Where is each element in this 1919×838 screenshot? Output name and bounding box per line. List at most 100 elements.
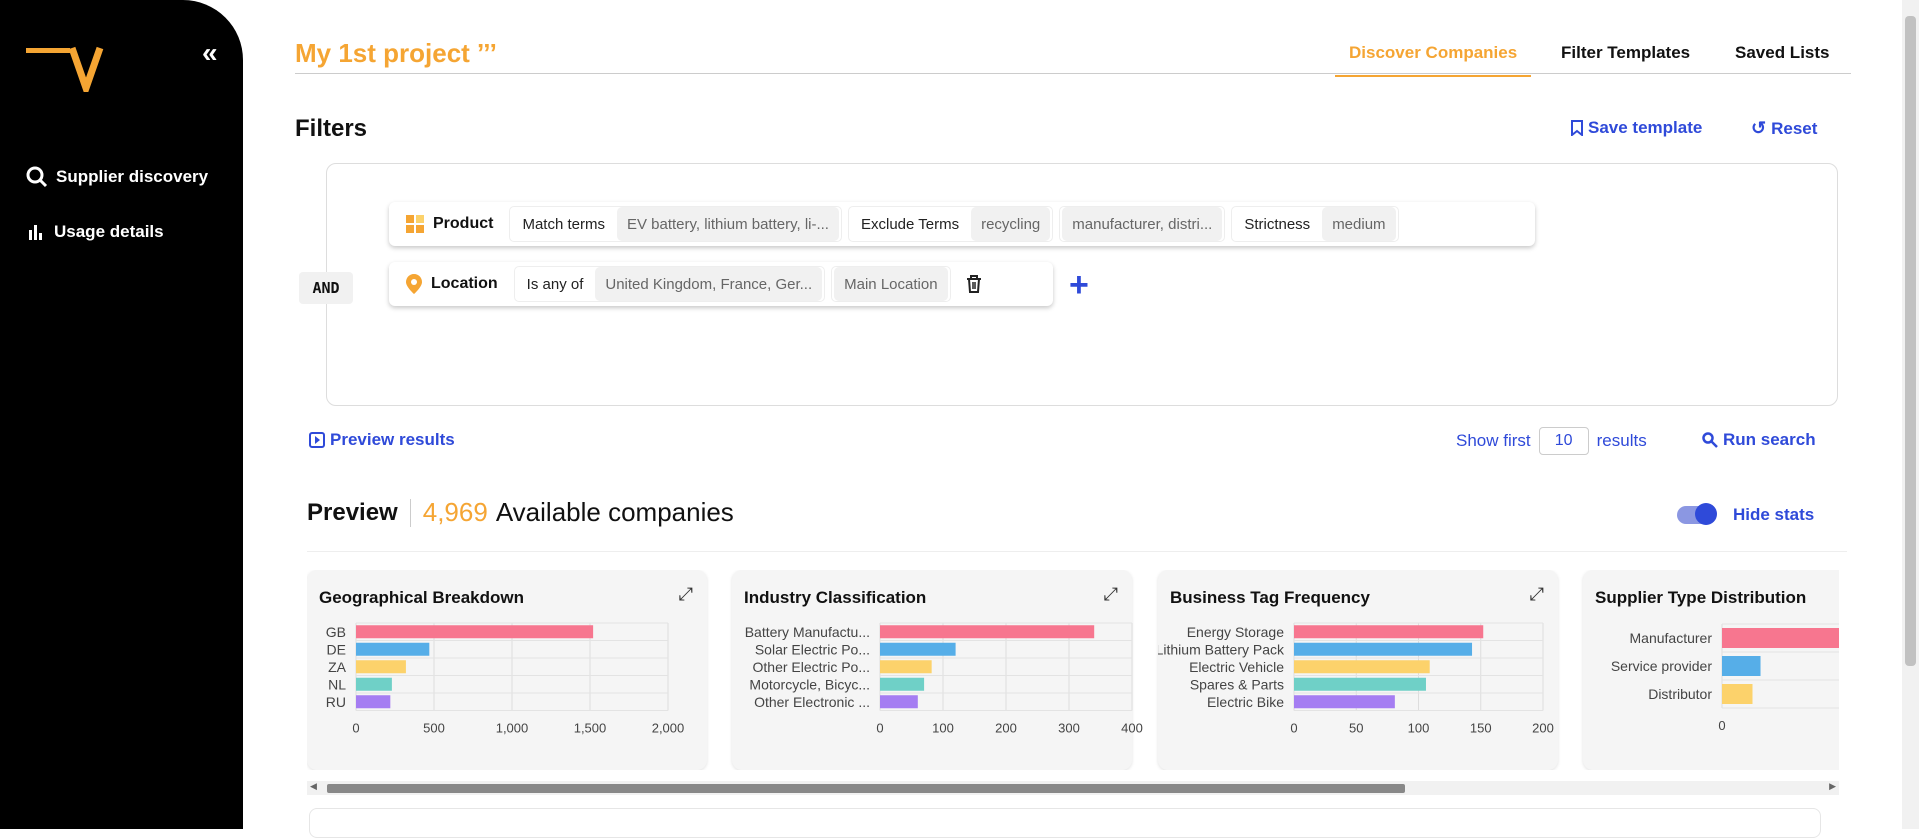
category-label: NL <box>328 676 346 692</box>
x-tick-label: 50 <box>1349 721 1363 736</box>
location-label-text: Location <box>431 275 498 292</box>
bar[interactable] <box>1294 677 1426 691</box>
strictness-operator[interactable]: Strictness <box>1234 207 1320 241</box>
divider <box>307 551 1847 552</box>
tab-discover-companies[interactable]: Discover Companies <box>1335 43 1532 77</box>
category-label: Electric Bike <box>1207 694 1284 710</box>
add-filter-button[interactable]: + <box>1069 268 1089 302</box>
show-first-control: Show first results <box>1456 427 1647 455</box>
results-panel <box>309 808 1821 838</box>
tab-filter-templates[interactable]: Filter Templates <box>1561 43 1690 75</box>
sidebar-item-supplier-discovery[interactable]: Supplier discovery <box>26 166 208 188</box>
main-content: Discover Companies Filter Templates Save… <box>243 0 1919 838</box>
sidebar: « Supplier discovery Usage details <box>0 0 243 829</box>
x-tick-label: 0 <box>352 721 359 736</box>
product-label-text: Product <box>433 215 494 232</box>
stats-cards: Geographical Breakdown ⤢ 0 500 1,000 1,500 2,0… <box>307 570 1839 770</box>
horizontal-scrollbar[interactable]: ◀ ▶ <box>307 781 1839 795</box>
project-title[interactable]: My 1st project ’’’ <box>295 38 497 69</box>
bar[interactable] <box>880 625 1095 639</box>
match-terms-segment: Match terms EV battery, lithium battery,… <box>509 206 842 242</box>
bar[interactable] <box>880 642 956 656</box>
category-label: Distributor <box>1648 686 1712 702</box>
preview-heading: Preview <box>307 498 411 527</box>
bar[interactable] <box>1294 625 1484 639</box>
bar[interactable] <box>356 642 430 656</box>
x-tick-label: 200 <box>995 721 1017 736</box>
strictness-segment: Strictness medium <box>1231 206 1399 242</box>
bar-chart: 0 50 100 150 200 Energy StorageLithium Batter… <box>1158 622 1554 736</box>
tab-saved-lists[interactable]: Saved Lists <box>1735 43 1830 75</box>
expand-icon[interactable]: ⤢ <box>679 584 693 605</box>
x-tick-label: 0 <box>1290 721 1297 736</box>
x-tick-label: 100 <box>932 721 954 736</box>
match-terms-operator[interactable]: Match terms <box>512 207 615 241</box>
location-filter-label: Location <box>395 267 508 301</box>
filters-heading: Filters <box>295 115 368 142</box>
trash-icon[interactable] <box>963 273 985 295</box>
bar[interactable] <box>1722 684 1753 704</box>
exclude-terms-value[interactable]: recycling <box>971 207 1051 241</box>
location-pin-icon <box>406 274 422 294</box>
category-label: Other Electric Po... <box>753 659 870 675</box>
scroll-right-icon[interactable]: ▶ <box>1829 781 1836 792</box>
x-tick-label: 150 <box>1470 721 1492 736</box>
category-label: Solar Electric Po... <box>755 641 870 657</box>
x-tick-label: 1,500 <box>574 721 607 736</box>
location-scope-segment: Main Location <box>831 266 951 302</box>
search-icon <box>1702 432 1718 448</box>
vertical-scroll-thumb[interactable] <box>1905 16 1916 666</box>
exclude-terms-segment: Exclude Terms recycling <box>847 206 1054 242</box>
sidebar-item-usage-details[interactable]: Usage details <box>26 222 164 242</box>
exclude-terms-operator[interactable]: Exclude Terms <box>851 207 969 241</box>
bar[interactable] <box>356 695 391 709</box>
category-label: Electric Vehicle <box>1189 659 1284 675</box>
tab-bar: Discover Companies Filter Templates Save… <box>295 38 1851 77</box>
bar[interactable] <box>1294 695 1395 709</box>
bar[interactable] <box>880 695 918 709</box>
collapse-sidebar-icon[interactable]: « <box>202 39 218 67</box>
toggle-switch[interactable] <box>1677 503 1717 525</box>
preview-results-button[interactable]: Preview results <box>309 430 455 450</box>
category-label: Lithium Battery Pack <box>1158 641 1285 657</box>
expand-icon[interactable]: ⤢ <box>1104 584 1118 605</box>
category-label: Motorcycle, Bicyc... <box>749 676 870 692</box>
chart-card: Industry Classification ⤢ 0 100 200 300 400 Bat… <box>732 570 1143 770</box>
save-template-button[interactable]: Save template <box>1571 118 1702 138</box>
location-value[interactable]: United Kingdom, France, Ger... <box>595 267 823 301</box>
save-template-label: Save template <box>1588 118 1703 137</box>
location-filter-row: Location Is any of United Kingdom, Franc… <box>389 262 1053 306</box>
category-label: ZA <box>328 659 347 675</box>
vertical-scrollbar[interactable] <box>1902 0 1919 829</box>
available-companies-label: Available companies <box>495 497 734 527</box>
scroll-left-icon[interactable]: ◀ <box>310 781 317 792</box>
bar[interactable] <box>356 677 392 691</box>
bar[interactable] <box>880 677 925 691</box>
location-scope-value[interactable]: Main Location <box>834 267 948 301</box>
sidebar-item-label: Supplier discovery <box>56 167 209 186</box>
bar[interactable] <box>1722 628 1839 648</box>
reset-button[interactable]: ↺ Reset <box>1751 118 1817 139</box>
category-label: Manufacturer <box>1630 630 1713 646</box>
strictness-value[interactable]: medium <box>1322 207 1396 241</box>
bar[interactable] <box>356 625 594 639</box>
logic-operator-and[interactable]: AND <box>299 272 353 304</box>
results-count-input[interactable] <box>1538 427 1589 455</box>
hide-stats-toggle[interactable]: Hide stats <box>1677 503 1814 525</box>
x-tick-label: 2,000 <box>652 721 685 736</box>
preview-header: Preview 4,969 Available companies <box>307 497 734 528</box>
product-filter-label: Product <box>395 207 503 241</box>
expand-icon[interactable]: ⤢ <box>1530 584 1544 605</box>
bar[interactable] <box>1294 660 1430 674</box>
category-label: Other Electronic ... <box>754 694 870 710</box>
match-terms-value[interactable]: EV battery, lithium battery, li-... <box>616 207 839 241</box>
horizontal-scroll-thumb[interactable] <box>327 784 1405 793</box>
run-search-button[interactable]: Run search <box>1702 430 1816 450</box>
location-operator[interactable]: Is any of <box>517 267 594 301</box>
supplier-type-value[interactable]: manufacturer, distri... <box>1062 207 1223 241</box>
bar[interactable] <box>1722 656 1761 676</box>
results-label: results <box>1596 431 1647 450</box>
bar[interactable] <box>1294 642 1473 656</box>
bar[interactable] <box>880 660 932 674</box>
bar[interactable] <box>356 660 406 674</box>
